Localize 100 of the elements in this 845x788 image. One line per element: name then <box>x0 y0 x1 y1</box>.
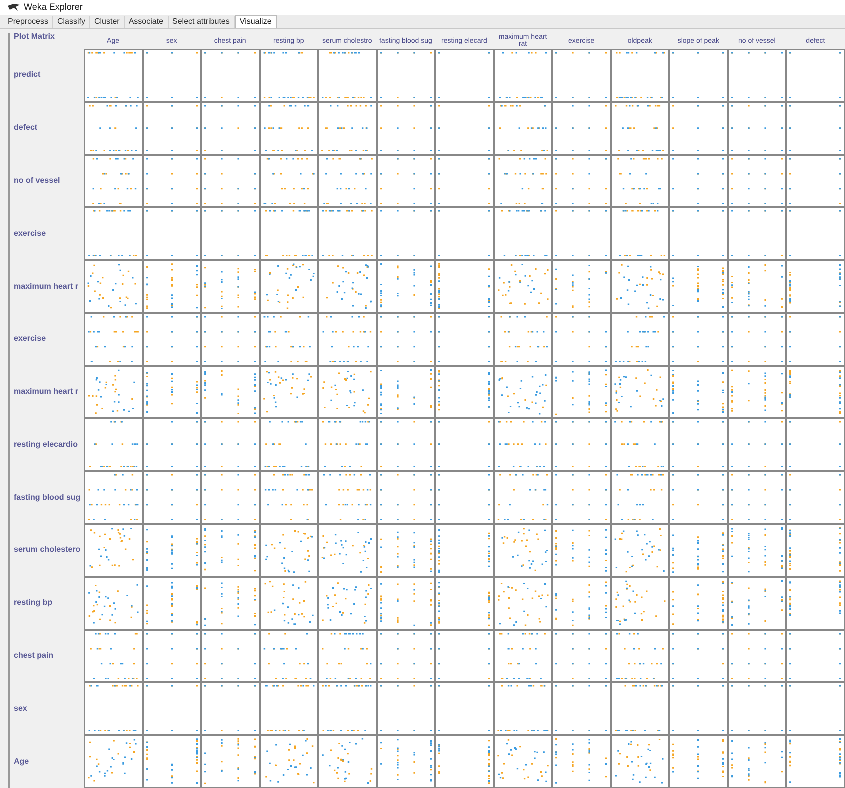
scatter-plot <box>84 154 143 208</box>
scatter-plot <box>552 471 611 524</box>
scatter-plot <box>201 682 260 736</box>
scatter-plot <box>260 366 318 418</box>
scatter-plot <box>376 576 436 630</box>
row-label: predict <box>14 69 41 82</box>
row-label: exercise <box>14 333 46 346</box>
scatter-plot <box>552 682 611 736</box>
row-label: serum cholestero <box>14 544 81 556</box>
scatter-plot <box>318 682 377 736</box>
scatter-plot <box>142 471 202 524</box>
scatter-plot <box>669 102 728 155</box>
scatter-plot <box>260 102 318 155</box>
scatter-plot <box>84 49 143 102</box>
scatter-plot <box>786 576 845 630</box>
scatter-plot <box>552 207 611 260</box>
scatter-plot <box>260 260 318 313</box>
scatter-plot <box>669 471 728 524</box>
scatter-plot <box>435 576 494 630</box>
scatter-plot <box>260 49 318 102</box>
scatter-plot <box>142 418 202 472</box>
scatter-plot <box>494 418 552 472</box>
scatter-plot <box>376 154 436 208</box>
scatter-plot <box>610 471 670 524</box>
scatter-plot <box>201 207 260 260</box>
row-label: sex <box>14 702 28 715</box>
scatter-plot <box>494 154 552 208</box>
scatter-plot <box>728 154 786 208</box>
scatter-plot <box>786 366 845 418</box>
scatter-plot <box>84 418 143 472</box>
scatter-plot <box>669 154 728 208</box>
scatter-plot <box>435 735 494 788</box>
scatter-plot <box>610 524 670 577</box>
scatter-plot <box>260 630 318 682</box>
scatter-plot <box>142 576 202 630</box>
scatter-plot <box>201 49 260 102</box>
scatter-plot <box>435 418 494 472</box>
scatter-plot <box>669 260 728 313</box>
scatter-plot <box>435 630 494 682</box>
scatter-plot <box>318 102 377 155</box>
scatter-plot <box>201 630 260 682</box>
scatter-plot <box>610 49 670 102</box>
scatter-plot <box>728 418 786 472</box>
row-label: fasting blood sug <box>14 492 81 504</box>
scatter-plot <box>728 260 786 313</box>
scatter-plot <box>142 207 202 260</box>
scatter-plot <box>84 260 143 313</box>
scatter-plot <box>376 682 436 736</box>
scatter-plot <box>728 524 786 577</box>
scatter-plot <box>201 418 260 472</box>
row-label: resting elecardio <box>14 438 78 451</box>
scatter-plot <box>201 735 260 788</box>
scatter-plot <box>786 207 845 260</box>
scatter-plot <box>669 735 728 788</box>
tab[interactable]: Visualize <box>234 15 277 28</box>
scatter-plot <box>610 630 670 682</box>
scatter-plot <box>435 260 494 313</box>
scatter-plot <box>260 154 318 208</box>
scatter-plot <box>84 471 143 524</box>
scatter-plot <box>786 735 845 788</box>
scatter-plot <box>669 630 728 682</box>
scatter-plot <box>610 154 670 208</box>
scatter-plot <box>728 735 786 788</box>
scatter-plot <box>610 207 670 260</box>
scatter-plot <box>142 312 202 366</box>
scatter-plot <box>318 366 377 418</box>
scatter-plot <box>201 366 260 418</box>
scatter-plot <box>318 154 377 208</box>
scatter-plot <box>494 630 552 682</box>
scatter-plot <box>142 49 202 102</box>
scatter-plot <box>435 207 494 260</box>
scatter-plot <box>201 471 260 524</box>
scatter-plot <box>142 260 202 313</box>
scatter-plot <box>201 312 260 366</box>
scatter-plot <box>610 312 670 366</box>
scatter-plot <box>786 260 845 313</box>
scatter-plot <box>494 471 552 524</box>
scatter-plot <box>552 524 611 577</box>
row-label: Age <box>14 756 30 768</box>
scatter-plot <box>260 471 318 524</box>
scatter-plot <box>376 471 436 524</box>
scatter-plot <box>494 524 552 577</box>
scatter-plot <box>728 207 786 260</box>
scatter-plot <box>494 735 552 788</box>
scatter-plot <box>552 366 611 418</box>
bird-icon <box>8 4 20 12</box>
scatter-plot <box>610 366 670 418</box>
scatter-plot <box>494 576 552 630</box>
scatter-plot <box>669 524 728 577</box>
scatter-plot <box>728 312 786 366</box>
scatter-plot <box>260 418 318 472</box>
scatter-plot <box>142 630 202 682</box>
scatter-plot <box>494 312 552 366</box>
scatter-plot <box>201 576 260 630</box>
scatter-plot <box>435 366 494 418</box>
scatter-plot <box>669 418 728 472</box>
row-label: no of vessel <box>14 174 60 187</box>
scatter-plot <box>318 471 377 524</box>
scatter-plot <box>142 102 202 155</box>
scatter-plot <box>318 576 377 630</box>
